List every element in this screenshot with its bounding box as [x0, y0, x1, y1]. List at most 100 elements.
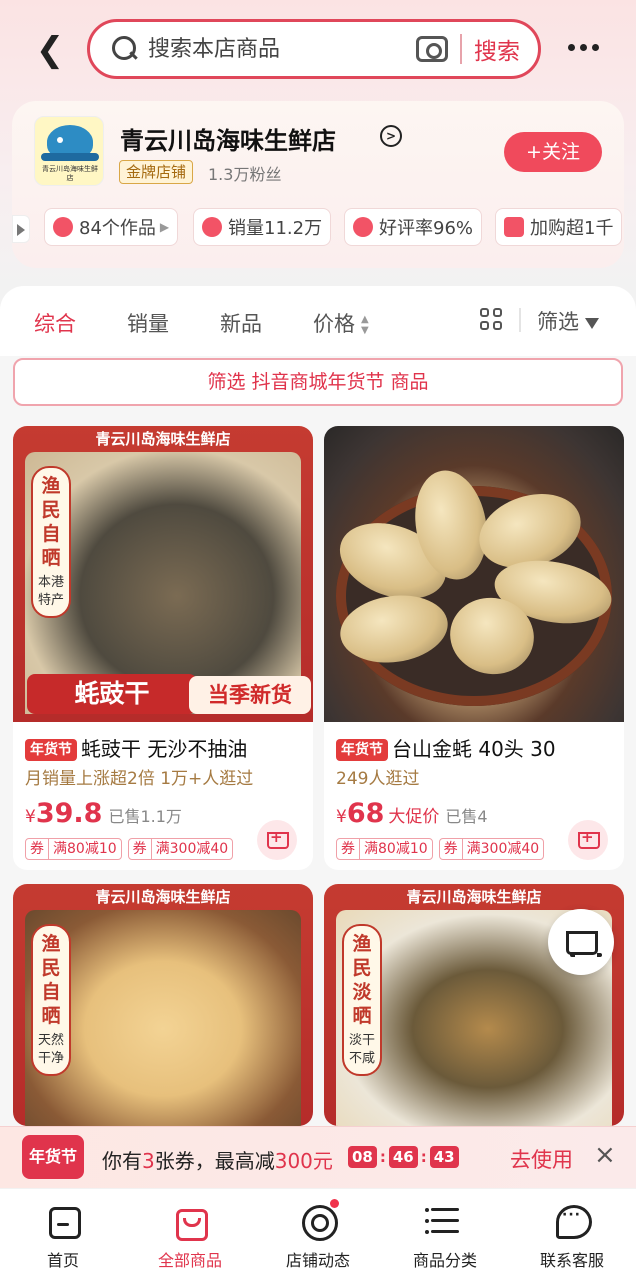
stat-works-label: 84个作品 [79, 218, 156, 239]
stat-cart-label: 加购超1千 [530, 218, 614, 239]
coupon-label: 券 [129, 839, 152, 859]
close-icon[interactable]: × [594, 1140, 616, 1170]
shop-name[interactable]: 青云川岛海味生鲜店 [120, 121, 336, 156]
product-image[interactable]: 青云川岛海味生鲜店 渔民自晒 本港特产 蚝豉干 当季新货 [13, 426, 313, 722]
tab-customer-service[interactable]: 联系客服 [512, 1189, 632, 1280]
shop-stats: 84个作品 ▶ 销量11.2万 好评率96% 加购超1千 [12, 208, 624, 248]
sort-arrows-icon: ▲ ▼ [361, 314, 369, 336]
image-tag-sub: 天然干净 [37, 1033, 64, 1066]
product-title: 年货节 蚝豉干 无沙不抽油 [25, 733, 309, 761]
image-tag: 渔民自晒 天然干净 [31, 924, 71, 1076]
product-card[interactable]: 青云川岛海味生鲜店 渔民自晒 本港特产 蚝豉干 当季新货 年货节 蚝豉干 无沙不抽… [13, 426, 313, 870]
coupon-message: 你有3张券，最高减300元 [102, 1145, 333, 1174]
product-title: 年货节 台山金蚝 40头 30 [336, 733, 620, 761]
timer-hours: 08 [348, 1146, 377, 1168]
coupon-text: 满300减40 [466, 841, 540, 857]
tab-comprehensive[interactable]: 综合 [34, 308, 76, 338]
use-coupon-button[interactable]: 去使用 [510, 1144, 573, 1174]
coupon-label: 券 [440, 839, 463, 859]
filter-button[interactable]: 筛选 [537, 306, 599, 336]
follow-button[interactable]: +关注 [504, 132, 602, 172]
dynamic-icon [298, 1199, 339, 1241]
timer-separator: : [379, 1148, 386, 1166]
timer-minutes: 46 [388, 1146, 418, 1168]
coupon-label: 券 [26, 839, 49, 859]
tab-new[interactable]: 新品 [220, 308, 262, 338]
tab-price-label: 价格 [313, 312, 355, 336]
coupon-message-mid: 张券，最高减 [154, 1149, 275, 1173]
tab-home[interactable]: 首页 [3, 1189, 123, 1280]
product-card[interactable]: 青云川岛海味生鲜店 渔民自晒 天然干净 [13, 884, 313, 1126]
promo-filter-banner[interactable]: 筛选 抖音商城年货节 商品 [13, 358, 623, 406]
shopping-cart-icon[interactable] [548, 909, 614, 975]
tab-all-products[interactable]: 全部商品 [130, 1189, 250, 1280]
event-tag: 年货节 [25, 739, 77, 761]
back-button[interactable]: ❮ [30, 28, 70, 72]
shop-card: 青云川岛海味生鲜店 青云川岛海味生鲜店 > 金牌店铺 1.3万粉丝 +关注 84… [12, 101, 624, 268]
search-bar[interactable]: 搜索 [87, 19, 541, 79]
chat-icon [552, 1201, 592, 1241]
stat-rating[interactable]: 好评率96% [344, 208, 483, 246]
product-image[interactable] [324, 426, 624, 722]
camera-icon[interactable] [416, 36, 448, 62]
coupon-tag[interactable]: 券满300减40 [127, 838, 234, 860]
funnel-icon [585, 317, 599, 329]
tab-shop-dynamics[interactable]: 店铺动态 [258, 1189, 378, 1280]
coupon-list: 券满80减10 券满300减40 [336, 838, 545, 860]
coupon-text: 满80减10 [53, 841, 117, 857]
coupon-count: 3 [142, 1149, 155, 1173]
coupon-amount: 300元 [274, 1149, 333, 1173]
heart-icon [353, 217, 373, 237]
image-tag-main: 渔民自晒 [41, 475, 61, 569]
stat-sales-label: 销量11.2万 [228, 218, 323, 239]
product-image[interactable]: 青云川岛海味生鲜店 渔民自晒 天然干净 [13, 884, 313, 1126]
more-icon[interactable] [568, 44, 599, 51]
stat-cart[interactable]: 加购超1千 [495, 208, 623, 246]
stat-sales[interactable]: 销量11.2万 [193, 208, 332, 246]
search-input[interactable] [148, 36, 398, 62]
tab-categories[interactable]: 商品分类 [385, 1189, 505, 1280]
coupon-tag[interactable]: 券满80减10 [336, 838, 433, 860]
product-subtitle: 月销量上涨超2倍 1万+人逛过 [25, 769, 254, 789]
image-shop-name: 青云川岛海味生鲜店 [95, 430, 231, 448]
image-tag-sub: 本港特产 [37, 575, 64, 608]
tab-categories-label: 商品分类 [412, 1251, 477, 1270]
play-icon [53, 217, 73, 237]
product-card[interactable]: 年货节 台山金蚝 40头 30 249人逛过 ¥68 大促价 已售4 券满80减10 … [324, 426, 624, 870]
tab-price[interactable]: 价格 ▲ ▼ [313, 308, 369, 338]
currency-symbol: ¥ [25, 807, 36, 827]
timer-separator: : [420, 1148, 427, 1166]
stat-works[interactable]: 84个作品 ▶ [44, 208, 179, 246]
add-to-cart-icon[interactable] [568, 820, 608, 860]
product-price: ¥68 大促价 已售4 [336, 798, 488, 829]
tab-all-products-label: 全部商品 [157, 1251, 222, 1270]
coupon-bar: 年货节 你有3张券，最高减300元 08: 46: 43 去使用 × [0, 1126, 636, 1188]
event-tag: 年货节 [336, 739, 388, 761]
image-tag: 渔民淡晒 淡干不咸 [342, 924, 382, 1076]
image-title: 蚝豉干 [27, 674, 197, 714]
play-triangle-icon[interactable] [12, 215, 30, 243]
shop-logo[interactable]: 青云川岛海味生鲜店 [34, 116, 104, 186]
coupon-text: 满80减10 [364, 841, 428, 857]
filter-label: 筛选 [537, 310, 579, 334]
coupon-label: 券 [337, 839, 360, 859]
grid-view-icon[interactable] [480, 308, 502, 330]
add-to-cart-icon[interactable] [257, 820, 297, 860]
up-arrow-icon [202, 217, 222, 237]
fans-count: 1.3万粉丝 [208, 165, 282, 184]
tab-customer-service-label: 联系客服 [539, 1251, 604, 1270]
search-button[interactable]: 搜索 [474, 32, 520, 66]
price-tip: 大促价 [388, 807, 440, 827]
bottom-tab-bar: 首页 全部商品 店铺动态 商品分类 联系客服 [0, 1189, 636, 1280]
chevron-right-icon[interactable]: > [380, 125, 402, 147]
divider [519, 308, 521, 332]
price-value: 68 [346, 798, 385, 829]
image-tag-main: 渔民自晒 [41, 933, 61, 1027]
coupon-tag[interactable]: 券满80减10 [25, 838, 122, 860]
product-price: ¥39.8 已售1.1万 [25, 798, 182, 829]
header: ❮ 搜索 [0, 0, 636, 100]
tab-sales[interactable]: 销量 [127, 308, 169, 338]
search-icon [112, 36, 138, 62]
stat-rating-label: 好评率96% [379, 218, 474, 239]
coupon-tag[interactable]: 券满300减40 [438, 838, 545, 860]
